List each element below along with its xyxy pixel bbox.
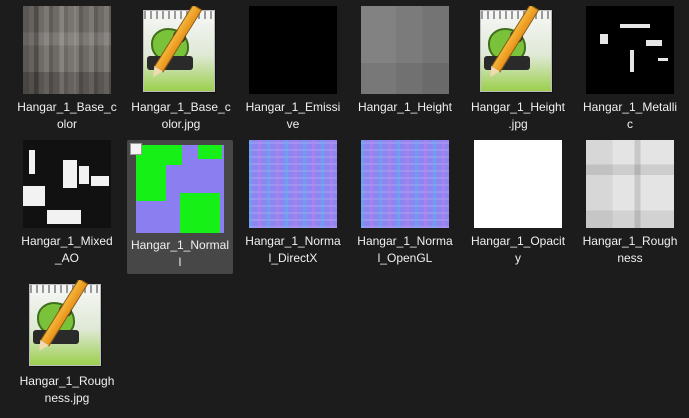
file-name: Hangar_1_Opacit y (470, 234, 566, 265)
file-name: Hangar_1_Normal l (130, 238, 230, 269)
file-name: Hangar_1_Norma l_OpenGL (357, 234, 453, 265)
texture-thumbnail (586, 6, 674, 94)
texture-thumbnail (361, 140, 449, 228)
notepadpp-file-icon (474, 6, 562, 94)
file-grid: Hangar_1_Base_c olor Hangar_1_Base_c olo… (0, 0, 689, 418)
file-name: Hangar_1_Mixed _AO (21, 234, 113, 265)
file-name: Hangar_1_Norma l_DirectX (245, 234, 341, 265)
file-item[interactable]: Hangar_1_Norma l_OpenGL (353, 140, 457, 272)
texture-thumbnail (136, 145, 224, 233)
texture-thumbnail (23, 140, 111, 228)
file-name: Hangar_1_Metalli c (582, 100, 678, 131)
file-item[interactable]: Hangar_1_Opacit y (466, 140, 570, 272)
file-name: Hangar_1_Rough ness.jpg (19, 374, 115, 405)
notepadpp-file-icon (137, 6, 225, 94)
texture-thumbnail (474, 140, 562, 228)
selection-checkbox[interactable] (130, 143, 142, 155)
texture-thumbnail (23, 6, 111, 94)
file-item[interactable]: Hangar_1_Height (353, 6, 457, 138)
file-item[interactable]: Hangar_1_Emissi ve (241, 6, 345, 138)
file-name: Hangar_1_Base_c olor (17, 100, 117, 131)
file-item[interactable]: Hangar_1_Base_c olor.jpg (129, 6, 233, 138)
file-item[interactable]: Hangar_1_Base_c olor (15, 6, 119, 138)
file-name: Hangar_1_Height .jpg (470, 100, 566, 131)
texture-thumbnail (249, 6, 337, 94)
file-item[interactable]: Hangar_1_Norma l_DirectX (241, 140, 345, 272)
texture-thumbnail (249, 140, 337, 228)
file-name: Hangar_1_Base_c olor.jpg (131, 100, 231, 131)
file-item[interactable]: Hangar_1_Height .jpg (466, 6, 570, 138)
file-item[interactable]: Hangar_1_Mixed _AO (15, 140, 119, 272)
file-item[interactable]: Hangar_1_Rough ness (578, 140, 682, 272)
file-name: Hangar_1_Emissi ve (245, 100, 341, 131)
notepadpp-file-icon (23, 280, 111, 368)
file-item[interactable]: Hangar_1_Rough ness.jpg (15, 280, 119, 412)
file-name: Hangar_1_Rough ness (582, 234, 678, 265)
texture-thumbnail (586, 140, 674, 228)
texture-thumbnail (361, 6, 449, 94)
file-item[interactable]: Hangar_1_Metalli c (578, 6, 682, 138)
file-item-selected[interactable]: Hangar_1_Normal l (127, 140, 233, 274)
file-name: Hangar_1_Height (357, 100, 453, 114)
